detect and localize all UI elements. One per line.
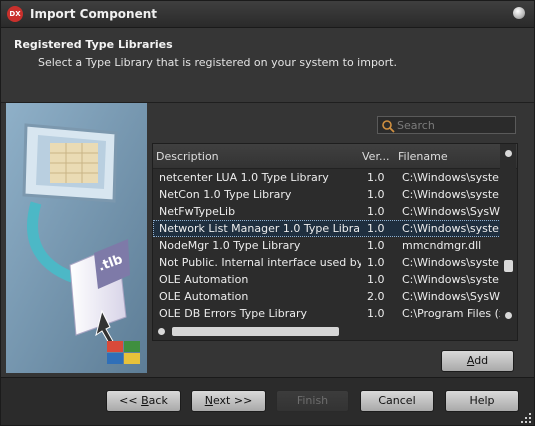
import-component-dialog: DX Import Component Registered Type Libr… [0, 0, 535, 426]
row-version: 1.0 [367, 171, 385, 184]
column-filename[interactable]: Filename [398, 150, 448, 163]
row-description: Not Public. Internal interface used by .… [159, 256, 361, 269]
back-label-key: B [141, 394, 149, 407]
horizontal-scroll-thumb[interactable] [172, 327, 339, 336]
wizard-footer: << Back Next >> Finish Cancel Help [1, 377, 534, 425]
table-row[interactable]: NetFwTypeLib 1.0 C:\Windows\SysWO [153, 203, 501, 220]
vertical-scroll-thumb[interactable] [504, 260, 513, 272]
row-description: OLE Automation [159, 273, 249, 286]
row-description: NodeMgr 1.0 Type Library [159, 239, 301, 252]
type-library-grid[interactable]: Description Ver... Filename netcenter LU… [152, 143, 518, 341]
table-row-selected[interactable]: Network List Manager 1.0 Type Library 1.… [153, 220, 501, 237]
row-filename: C:\Windows\system [402, 256, 500, 269]
app-icon: DX [7, 6, 23, 22]
page-header: Registered Type Libraries Select a Type … [1, 28, 534, 103]
row-version: 1.0 [367, 256, 385, 269]
row-filename: C:\Windows\system [402, 171, 500, 184]
table-row[interactable]: OLE DB Errors Type Library 1.0 C:\Progra… [153, 305, 501, 322]
row-filename: C:\Windows\system [402, 188, 500, 201]
row-filename: C:\Program Files (x8 [402, 307, 500, 320]
row-version: 1.0 [367, 188, 385, 201]
row-filename: C:\Windows\system [402, 222, 500, 235]
row-version: 1.0 [367, 222, 385, 235]
row-filename: C:\Windows\SysWO [402, 205, 500, 218]
row-filename: mmcndmgr.dll [402, 239, 482, 252]
search-input[interactable] [397, 117, 513, 133]
table-row[interactable]: Not Public. Internal interface used by .… [153, 254, 501, 271]
scroll-left-dot[interactable] [158, 328, 165, 335]
window-title: Import Component [30, 7, 157, 21]
scroll-up-dot[interactable] [505, 150, 512, 157]
vertical-scrollbar[interactable] [500, 144, 516, 340]
table-row[interactable]: OLE Automation 1.0 C:\Windows\system [153, 271, 501, 288]
row-version: 1.0 [367, 205, 385, 218]
row-description: Network List Manager 1.0 Type Library [159, 222, 361, 235]
title-bar[interactable]: DX Import Component [1, 1, 534, 28]
column-version[interactable]: Ver... [362, 150, 389, 163]
table-row[interactable]: netcenter LUA 1.0 Type Library 1.0 C:\Wi… [153, 169, 501, 186]
back-label-post: ack [148, 394, 168, 407]
next-label-key: N [204, 394, 213, 407]
row-version: 1.0 [367, 307, 385, 320]
wizard-illustration: .tlb [6, 103, 147, 373]
scroll-down-dot[interactable] [505, 312, 512, 319]
table-row[interactable]: NodeMgr 1.0 Type Library 1.0 mmcndmgr.dl… [153, 237, 501, 254]
resize-grip-icon[interactable] [521, 413, 531, 423]
table-row[interactable]: OLE Automation 2.0 C:\Windows\SysWO [153, 288, 501, 305]
help-button[interactable]: Help [445, 390, 519, 412]
close-icon[interactable] [513, 7, 525, 19]
column-description[interactable]: Description [156, 150, 219, 163]
back-label-pre: << [119, 394, 142, 407]
page-subtitle: Select a Type Library that is registered… [38, 56, 397, 69]
row-version: 1.0 [367, 273, 385, 286]
finish-button[interactable]: Finish [276, 390, 349, 412]
grid-header: Description Ver... Filename [153, 144, 517, 169]
search-box[interactable] [377, 116, 516, 134]
cancel-button[interactable]: Cancel [360, 390, 434, 412]
page-title: Registered Type Libraries [14, 38, 173, 51]
row-description: NetFwTypeLib [159, 205, 236, 218]
row-description: OLE Automation [159, 290, 249, 303]
row-filename: C:\Windows\SysWO [402, 290, 500, 303]
next-label-post: ext >> [212, 394, 253, 407]
row-description: OLE DB Errors Type Library [159, 307, 308, 320]
row-version: 2.0 [367, 290, 385, 303]
row-filename: C:\Windows\system [402, 273, 500, 286]
type-library-illustration: .tlb [6, 103, 147, 373]
row-version: 1.0 [367, 239, 385, 252]
row-description: netcenter LUA 1.0 Type Library [159, 171, 329, 184]
row-description: NetCon 1.0 Type Library [159, 188, 292, 201]
add-button[interactable]: Add [441, 350, 514, 372]
search-icon [382, 120, 395, 133]
next-button[interactable]: Next >> [191, 390, 266, 412]
horizontal-scrollbar[interactable] [153, 324, 501, 340]
back-button[interactable]: << Back [106, 390, 181, 412]
add-label-post: dd [474, 354, 489, 367]
table-row[interactable]: NetCon 1.0 Type Library 1.0 C:\Windows\s… [153, 186, 501, 203]
